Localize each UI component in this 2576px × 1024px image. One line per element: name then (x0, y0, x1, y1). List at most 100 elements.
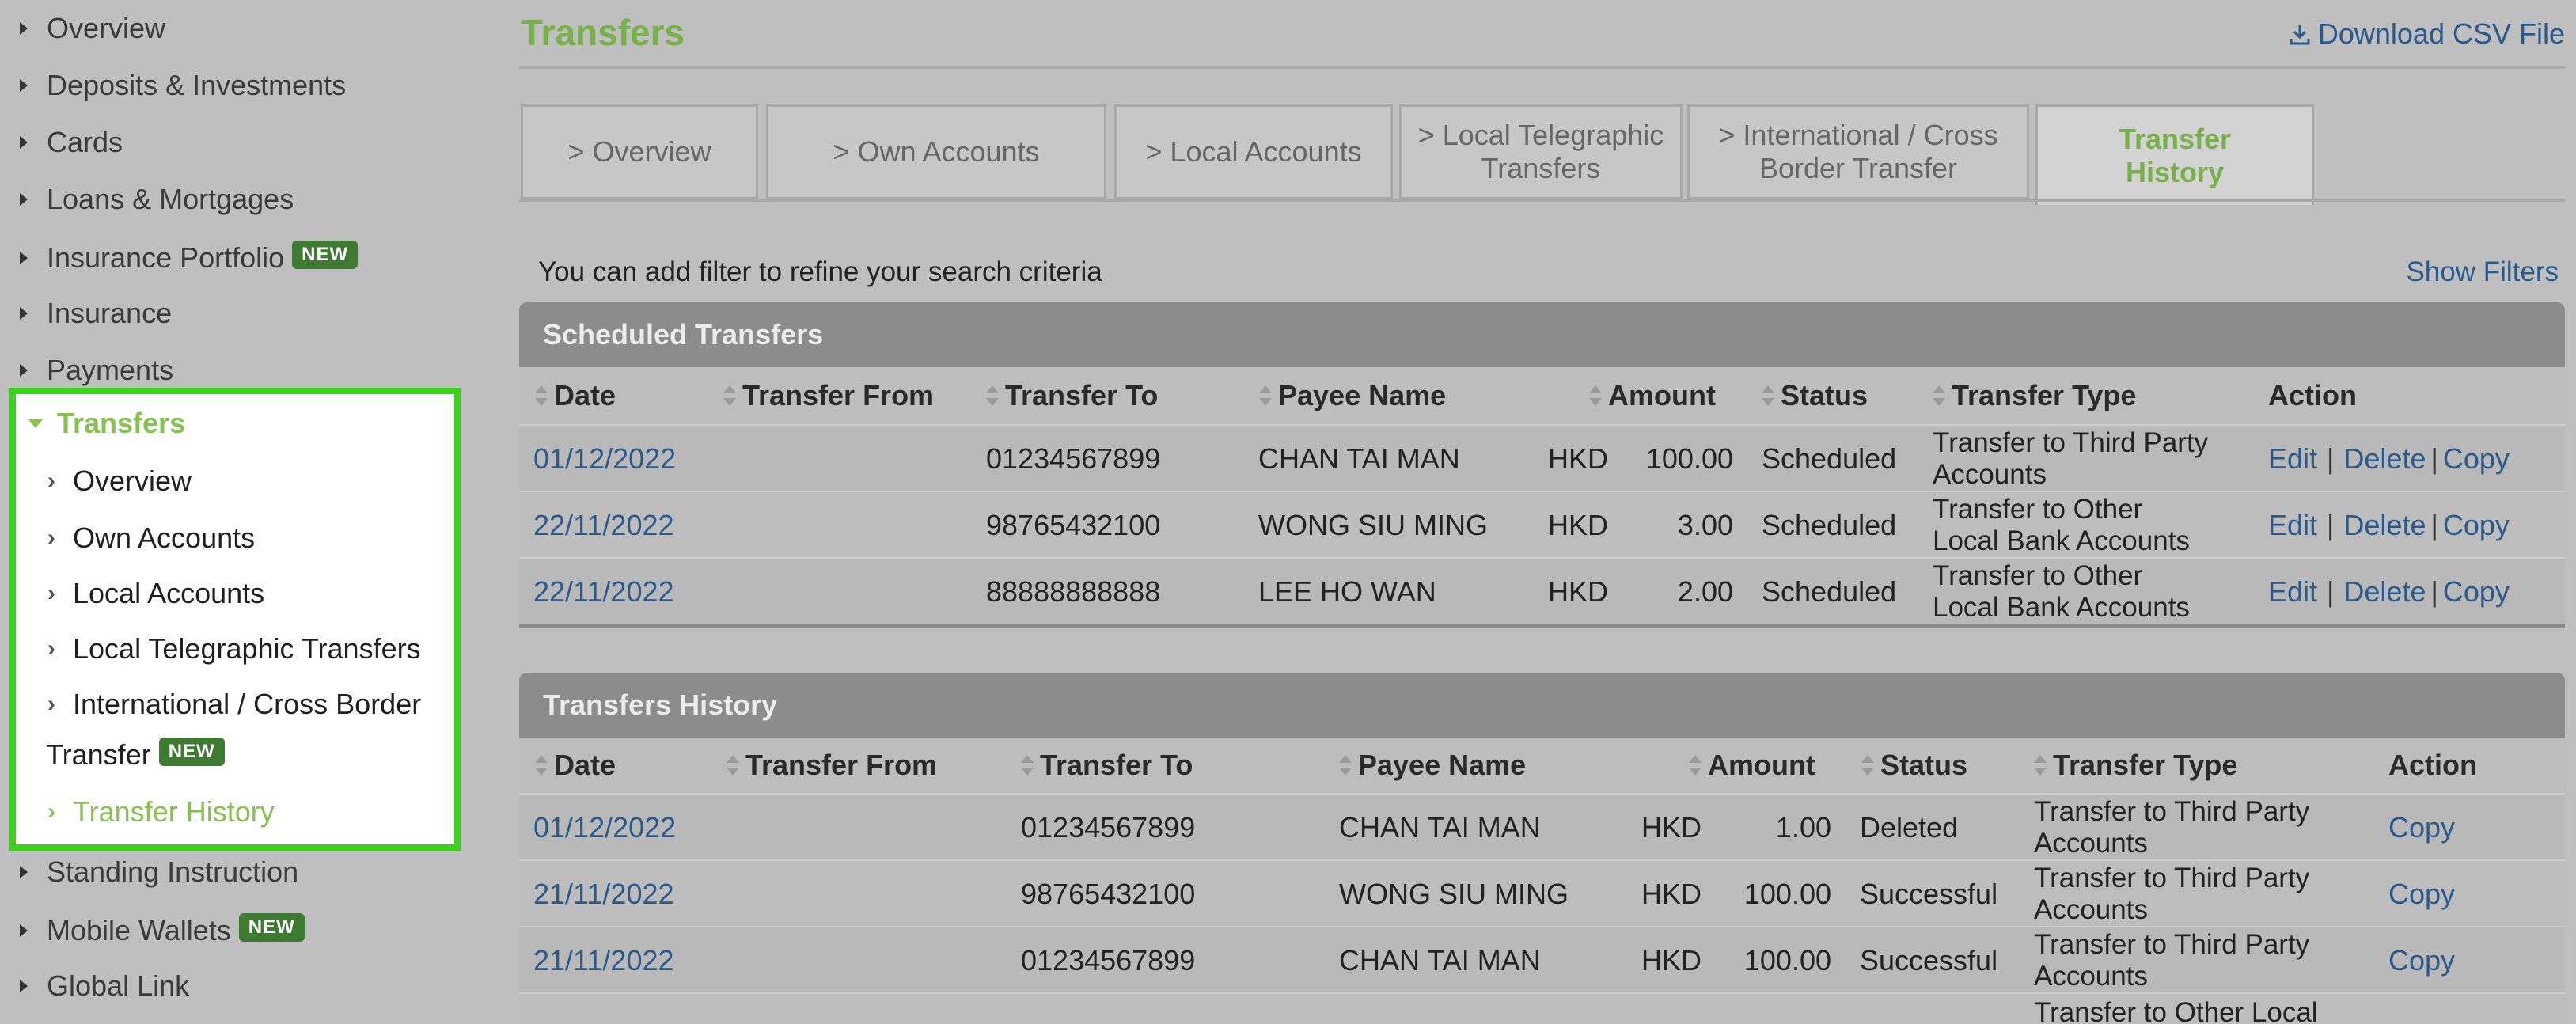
submenu-item-international-line2[interactable]: Transfer NEW (46, 733, 225, 777)
copy-link[interactable]: Copy (2443, 575, 2510, 609)
delete-link[interactable]: Delete (2343, 509, 2426, 542)
date-link[interactable]: 01/12/2022 (533, 795, 676, 861)
main-content: Transfers Download CSV File > Overview >… (519, 0, 2565, 1024)
caret-right-icon (20, 866, 28, 878)
submenu-item-local-telegraphic[interactable]: › Local Telegraphic Transfers (47, 627, 421, 671)
submenu-item-local-accounts[interactable]: › Local Accounts (47, 571, 264, 616)
submenu-item-overview[interactable]: › Overview (47, 459, 192, 503)
edit-link[interactable]: Edit (2268, 442, 2317, 476)
transfer-type-cell: Transfer to Third Party Accounts (1933, 427, 2209, 490)
column-transfer-from[interactable]: Transfer From (727, 738, 937, 793)
status-cell: Deleted (1860, 811, 1959, 844)
sort-icon (1762, 385, 1774, 406)
transfers-history-panel: Transfers History Date Transfer From Tra… (519, 673, 2565, 1024)
submenu-item-transfer-history[interactable]: › Transfer History (47, 790, 275, 834)
copy-link[interactable]: Copy (2388, 927, 2455, 994)
tab-local-telegraphic[interactable]: > Local Telegraphic Transfers (1399, 104, 1683, 199)
sidebar-item-global-link[interactable]: Global Link (0, 962, 189, 1010)
sort-icon (727, 755, 739, 776)
sidebar-item-mobile-wallets[interactable]: Mobile Wallets NEW (0, 907, 305, 954)
currency-cell: HKD (1548, 442, 1609, 475)
chevron-right-icon: › (47, 525, 55, 551)
column-action: Action (2388, 749, 2477, 781)
payee-cell: WONG SIU MING (1258, 509, 1488, 541)
currency-cell: HKD (1548, 509, 1609, 541)
column-amount[interactable]: Amount (1589, 367, 1716, 424)
sidebar-item-deposits[interactable]: Deposits & Investments (0, 62, 346, 109)
column-transfer-type[interactable]: Transfer Type (2034, 738, 2237, 793)
date-link[interactable]: 21/11/2022 (533, 861, 674, 927)
tab-own-accounts[interactable]: > Own Accounts (766, 104, 1106, 199)
column-transfer-from[interactable]: Transfer From (723, 367, 934, 424)
payee-cell: LEE HO WAN (1258, 575, 1436, 608)
edit-link[interactable]: Edit (2268, 575, 2317, 609)
date-link[interactable]: 22/11/2022 (533, 559, 674, 625)
column-date[interactable]: Date (535, 738, 616, 793)
download-csv-link[interactable]: Download CSV File (2288, 17, 2565, 51)
edit-link[interactable]: Edit (2268, 509, 2317, 542)
caret-right-icon (20, 924, 28, 937)
column-transfer-to[interactable]: Transfer To (986, 367, 1158, 424)
row-actions: Edit | Delete | Copy (2268, 442, 2510, 476)
table-row: 01/12/2022 01234567899 CHAN TAI MAN HKD … (519, 793, 2565, 859)
column-status[interactable]: Status (1762, 367, 1868, 424)
sidebar-item-loans[interactable]: Loans & Mortgages (0, 176, 294, 223)
column-action: Action (2268, 379, 2357, 411)
copy-link[interactable]: Copy (2388, 795, 2455, 861)
column-status[interactable]: Status (1861, 738, 1967, 793)
column-transfer-type[interactable]: Transfer Type (1933, 367, 2136, 424)
caret-right-icon (20, 22, 28, 35)
caret-right-icon (20, 307, 28, 320)
copy-link[interactable]: Copy (2443, 509, 2510, 542)
copy-link[interactable]: Copy (2388, 861, 2455, 927)
panel-header: Transfers History (519, 673, 2565, 738)
sidebar-item-payments[interactable]: Payments (0, 347, 173, 394)
payee-cell: CHAN TAI MAN (1339, 944, 1541, 977)
sort-icon (1021, 755, 1034, 776)
column-transfer-to[interactable]: Transfer To (1021, 738, 1193, 793)
currency-cell: HKD (1641, 811, 1702, 844)
sidebar-item-insurance[interactable]: Insurance (0, 290, 172, 337)
transfer-type-cell: Transfer to Other Local (2034, 997, 2318, 1024)
caret-right-icon (20, 193, 28, 206)
column-payee-name[interactable]: Payee Name (1259, 367, 1446, 424)
show-filters-link[interactable]: Show Filters (2406, 256, 2559, 288)
currency-cell: HKD (1641, 944, 1702, 977)
submenu-item-own-accounts[interactable]: › Own Accounts (47, 516, 255, 560)
status-cell: Scheduled (1762, 575, 1897, 608)
sidebar-item-insurance-portfolio[interactable]: Insurance Portfolio NEW (0, 234, 359, 282)
delete-link[interactable]: Delete (2343, 442, 2426, 476)
submenu-item-international[interactable]: › International / Cross Border (47, 682, 421, 726)
sidebar-item-overview[interactable]: Overview (0, 5, 165, 52)
sort-icon (1933, 385, 1945, 406)
status-cell: Scheduled (1762, 509, 1897, 541)
sidebar-item-transfers[interactable]: Transfers (24, 404, 185, 443)
date-link[interactable]: 21/11/2022 (533, 927, 674, 994)
tab-transfer-history[interactable]: Transfer History (2035, 104, 2314, 205)
table-body: 01/12/2022 01234567899 CHAN TAI MAN HKD … (519, 793, 2565, 1024)
amount-cell: 100.00 (1743, 878, 1831, 910)
transfer-to-cell: 01234567899 (1021, 811, 1196, 844)
date-link[interactable]: 22/11/2022 (533, 492, 674, 559)
column-amount[interactable]: Amount (1689, 738, 1815, 793)
tab-overview[interactable]: > Overview (521, 104, 758, 199)
tab-local-accounts[interactable]: > Local Accounts (1114, 104, 1393, 199)
status-cell: Successful (1860, 944, 1998, 977)
amount-cell: 100.00 (1645, 442, 1733, 475)
copy-link[interactable]: Copy (2443, 442, 2510, 476)
column-date[interactable]: Date (535, 367, 616, 424)
sidebar-item-cards[interactable]: Cards (0, 119, 123, 166)
transfer-type-cell: Transfer to Third Party Accounts (2034, 929, 2310, 992)
tab-international[interactable]: > International / Cross Border Transfer (1687, 104, 2029, 199)
chevron-right-icon: › (47, 468, 55, 494)
column-payee-name[interactable]: Payee Name (1339, 738, 1526, 793)
transfer-to-cell: 01234567899 (1021, 944, 1196, 977)
payee-cell: CHAN TAI MAN (1339, 811, 1541, 844)
sort-icon (1861, 755, 1874, 776)
row-actions: Edit | Delete | Copy (2268, 575, 2510, 609)
table-body: 01/12/2022 01234567899 CHAN TAI MAN HKD … (519, 424, 2565, 624)
amount-cell: 1.00 (1775, 811, 1831, 844)
date-link[interactable]: 01/12/2022 (533, 426, 676, 492)
delete-link[interactable]: Delete (2343, 575, 2426, 609)
sidebar-item-standing-instruction[interactable]: Standing Instruction (0, 848, 298, 896)
